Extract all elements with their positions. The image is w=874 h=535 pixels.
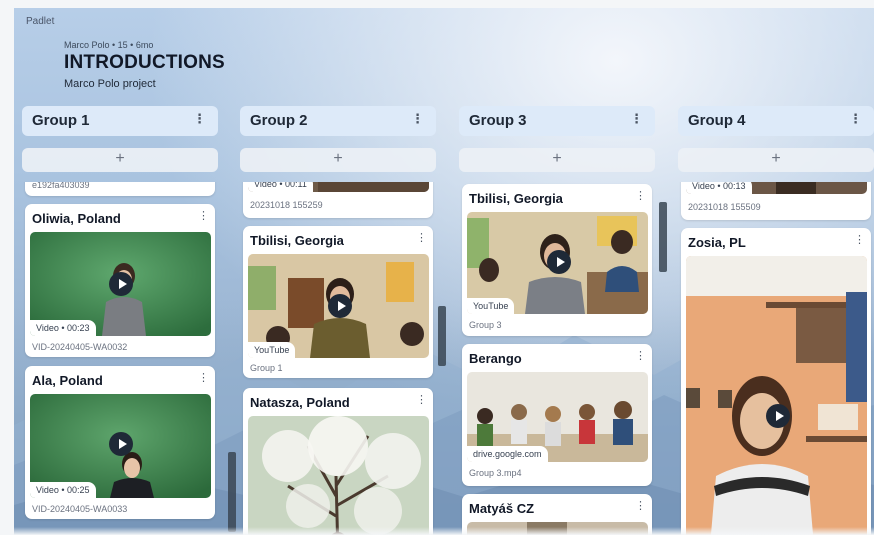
- post-title: Oliwia, Poland: [32, 211, 121, 226]
- attachment-caption: 20231018 155509: [688, 202, 761, 212]
- video-thumbnail[interactable]: Video • 00:23: [30, 232, 211, 336]
- kebab-menu-icon[interactable]: ⋮: [635, 189, 646, 202]
- media-tag: Video • 00:23: [30, 320, 96, 336]
- post-card[interactable]: e192fa403039: [25, 182, 215, 196]
- post-card[interactable]: Natasza, Poland ⋮: [243, 388, 433, 535]
- add-post-button[interactable]: +: [678, 148, 874, 172]
- column-scrollbar[interactable]: [659, 202, 667, 272]
- post-card[interactable]: Video • 00:11 20231018 155259: [243, 182, 433, 218]
- column-title: Group 3: [469, 112, 527, 129]
- kebab-menu-icon[interactable]: ⋮: [635, 349, 646, 362]
- play-icon[interactable]: [547, 250, 571, 274]
- kebab-menu-icon[interactable]: ⋮: [630, 111, 643, 127]
- post-title: Tbilisi, Georgia: [469, 191, 563, 206]
- video-thumbnail[interactable]: YouTube: [248, 254, 429, 358]
- post-title: Berango: [469, 351, 522, 366]
- kebab-menu-icon[interactable]: ⋮: [411, 111, 424, 127]
- video-thumbnail[interactable]: [686, 256, 867, 535]
- post-card[interactable]: Video • 00:13 20231018 155509: [681, 182, 871, 220]
- blossom-tree-image: [248, 416, 429, 535]
- media-tag: drive.google.com: [467, 446, 548, 462]
- play-icon[interactable]: [109, 272, 133, 296]
- post-card[interactable]: Ala, Poland ⋮ Video • 00:25 VID-20240405…: [25, 366, 215, 519]
- post-card[interactable]: Berango ⋮ drive.google.com Group 3.mp4: [462, 344, 652, 486]
- post-card[interactable]: Tbilisi, Georgia ⋮ YouTube Group 1: [243, 226, 433, 378]
- kebab-menu-icon[interactable]: ⋮: [198, 371, 209, 384]
- post-card[interactable]: Zosia, PL ⋮: [681, 228, 871, 535]
- media-tag: Video • 00:13: [686, 182, 752, 194]
- add-post-button[interactable]: +: [459, 148, 655, 172]
- column-header[interactable]: Group 4 ⋮: [678, 106, 874, 136]
- post-list: Video • 00:13 20231018 155509 Zosia, PL …: [678, 182, 874, 535]
- video-thumbnail[interactable]: YouTube: [467, 212, 648, 314]
- attachment-caption: 20231018 155259: [250, 200, 323, 210]
- kebab-menu-icon[interactable]: ⋮: [193, 111, 206, 127]
- media-tag: Video • 00:25: [30, 482, 96, 498]
- video-thumbnail[interactable]: Video • 00:13: [686, 182, 867, 194]
- media-tag: Video • 00:11: [248, 182, 313, 192]
- post-title: Matyáš CZ: [469, 501, 535, 516]
- column-header[interactable]: Group 3 ⋮: [459, 106, 655, 136]
- attachment-caption: VID-20240405-WA0033: [32, 504, 128, 514]
- media-tag: YouTube: [467, 298, 515, 314]
- attachment-caption: Group 1: [250, 363, 283, 373]
- play-icon[interactable]: [109, 432, 133, 456]
- kebab-menu-icon[interactable]: ⋮: [198, 209, 209, 222]
- post-title: Zosia, PL: [688, 235, 746, 250]
- attachment-caption: Group 3.mp4: [469, 468, 522, 478]
- attachment-caption: e192fa403039: [32, 182, 90, 190]
- board-meta: Marco Polo • 15 • 6mo: [64, 40, 154, 50]
- image-thumbnail[interactable]: [248, 416, 429, 535]
- kebab-menu-icon[interactable]: ⋮: [416, 393, 427, 406]
- play-icon[interactable]: [766, 404, 790, 428]
- padlet-logo[interactable]: Padlet: [26, 16, 54, 27]
- attachment-caption: VID-20240405-WA0032: [32, 342, 128, 352]
- column-title: Group 2: [250, 112, 308, 129]
- column-title: Group 4: [688, 112, 746, 129]
- board-title: INTRODUCTIONS: [64, 52, 225, 73]
- column-title: Group 1: [32, 112, 90, 129]
- column-scrollbar[interactable]: [228, 452, 236, 532]
- column-header[interactable]: Group 1 ⋮: [22, 106, 218, 136]
- add-post-button[interactable]: +: [22, 148, 218, 172]
- board-subtitle: Marco Polo project: [64, 78, 156, 90]
- video-thumbnail[interactable]: Video • 00:25: [30, 394, 211, 498]
- add-post-button[interactable]: +: [240, 148, 436, 172]
- kebab-menu-icon[interactable]: ⋮: [854, 233, 865, 246]
- video-thumbnail[interactable]: Video • 00:11: [248, 182, 429, 192]
- post-list: e192fa403039 Oliwia, Poland ⋮ Video • 00…: [22, 182, 218, 535]
- post-title: Tbilisi, Georgia: [250, 233, 344, 248]
- attachment-caption: Group 3: [469, 320, 502, 330]
- column-scrollbar[interactable]: [438, 306, 446, 366]
- padlet-board: Padlet Marco Polo • 15 • 6mo INTRODUCTIO…: [14, 8, 874, 535]
- post-title: Natasza, Poland: [250, 395, 350, 410]
- column-header[interactable]: Group 2 ⋮: [240, 106, 436, 136]
- kebab-menu-icon[interactable]: ⋮: [635, 499, 646, 512]
- post-list: Tbilisi, Georgia ⋮ YouTube Group 3 Beran…: [459, 182, 655, 535]
- play-icon[interactable]: [328, 294, 352, 318]
- video-frame-image: [686, 256, 867, 535]
- post-list: Video • 00:11 20231018 155259 Tbilisi, G…: [240, 182, 436, 535]
- kebab-menu-icon[interactable]: ⋮: [849, 111, 862, 127]
- post-card[interactable]: Oliwia, Poland ⋮ Video • 00:23 VID-20240…: [25, 204, 215, 357]
- kebab-menu-icon[interactable]: ⋮: [416, 231, 427, 244]
- video-thumbnail[interactable]: drive.google.com: [467, 372, 648, 462]
- post-card[interactable]: Tbilisi, Georgia ⋮ YouTube Group 3: [462, 184, 652, 336]
- post-title: Ala, Poland: [32, 373, 103, 388]
- media-tag: YouTube: [248, 342, 296, 358]
- bottom-edge-fade: [0, 527, 874, 535]
